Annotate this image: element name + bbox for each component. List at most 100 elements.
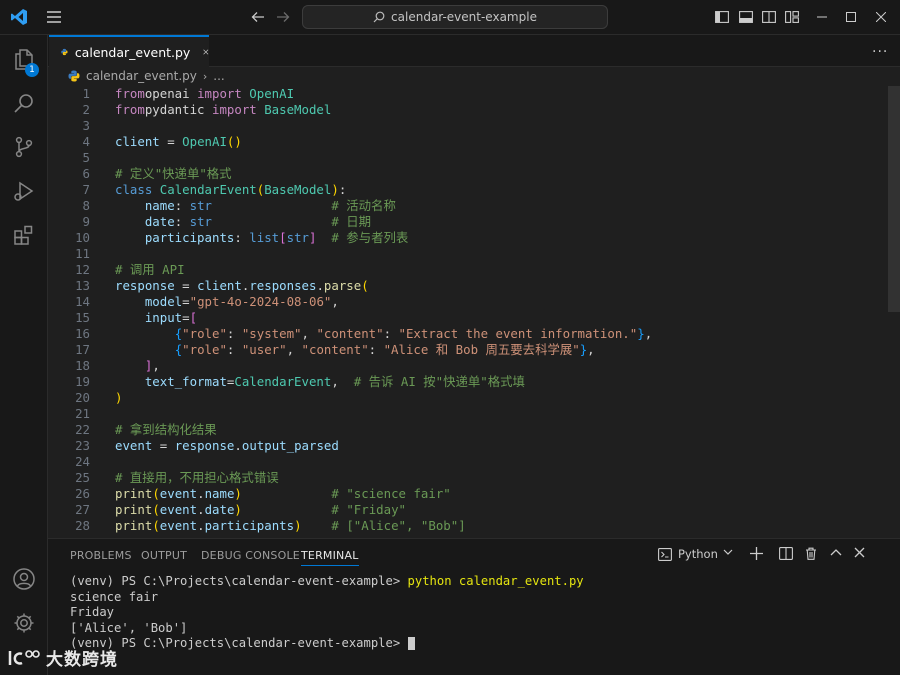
maximize-icon[interactable] bbox=[843, 10, 859, 24]
code-token: str bbox=[189, 198, 212, 213]
new-terminal-icon[interactable] bbox=[750, 547, 763, 560]
customize-layout-icon[interactable] bbox=[784, 10, 800, 24]
code-line[interactable]: 9 date: str # 日期 bbox=[48, 214, 900, 230]
activity-extensions[interactable] bbox=[0, 215, 48, 255]
code-token: # "Friday" bbox=[331, 502, 407, 517]
code-line[interactable]: 13 response = client.responses.parse( bbox=[48, 278, 900, 294]
terminal-output[interactable]: (venv) PS C:\Projects\calendar-event-exa… bbox=[70, 574, 890, 652]
command-center-search[interactable]: calendar-event-example bbox=[302, 5, 608, 29]
code-text: {"role": "user", "content": "Alice 和 Bob… bbox=[115, 342, 595, 358]
code-token: participants bbox=[204, 518, 295, 533]
code-line[interactable]: 4 client = OpenAI() bbox=[48, 134, 900, 150]
activity-accounts[interactable] bbox=[0, 559, 48, 599]
code-token: output_parsed bbox=[241, 438, 339, 453]
code-line[interactable]: 10 participants: list[str] # 参与者列表 bbox=[48, 230, 900, 246]
code-token: BaseModel bbox=[256, 102, 332, 117]
toggle-primary-sidebar-icon[interactable] bbox=[714, 10, 730, 24]
code-line[interactable]: 8 name: str # 活动名称 bbox=[48, 198, 900, 214]
code-line[interactable]: 15 input=[ bbox=[48, 310, 900, 326]
terminal-cursor bbox=[407, 637, 415, 651]
activity-explorer[interactable]: 1 bbox=[0, 39, 48, 79]
code-text: # 直接用，不用担心格式错误 bbox=[115, 470, 279, 486]
toggle-secondary-sidebar-icon[interactable] bbox=[761, 10, 777, 24]
run-debug-icon bbox=[14, 181, 34, 201]
close-tab-icon[interactable] bbox=[203, 47, 209, 57]
code-line[interactable]: 27 print(event.date) # "Friday" bbox=[48, 502, 900, 518]
code-text: participants: list[str] # 参与者列表 bbox=[115, 230, 408, 246]
code-line[interactable]: 5 bbox=[48, 150, 900, 166]
code-token: responses bbox=[249, 278, 317, 293]
tab-calendar-event-py[interactable]: calendar_event.py bbox=[49, 35, 209, 67]
search-text: calendar-event-example bbox=[391, 10, 537, 24]
code-line[interactable]: 17 {"role": "user", "content": "Alice 和 … bbox=[48, 342, 900, 358]
code-editor[interactable]: 1 fromopenai import OpenAI 2 frompydantic i… bbox=[48, 86, 900, 538]
title-bar: calendar-event-example bbox=[0, 0, 900, 35]
tab-debug-console[interactable]: DEBUG CONSOLE bbox=[201, 549, 300, 562]
activity-run-debug[interactable] bbox=[0, 171, 48, 211]
close-panel-icon[interactable] bbox=[854, 547, 865, 558]
code-token: : bbox=[234, 230, 250, 245]
code-token: = bbox=[182, 294, 190, 309]
code-token: "role" bbox=[182, 326, 227, 341]
bottom-panel: PROBLEMS OUTPUT DEBUG CONSOLE TERMINAL P… bbox=[48, 538, 900, 675]
code-text: model="gpt-4o-2024-08-06", bbox=[115, 294, 339, 310]
code-line[interactable]: 12 # 调用 API bbox=[48, 262, 900, 278]
breadcrumb-file[interactable]: calendar_event.py bbox=[86, 69, 197, 83]
code-line[interactable]: 21 bbox=[48, 406, 900, 422]
code-line[interactable]: 20) bbox=[48, 390, 900, 406]
code-token: class bbox=[115, 182, 153, 197]
code-line[interactable]: 1 fromopenai import OpenAI bbox=[48, 86, 900, 102]
menu-icon[interactable] bbox=[45, 9, 63, 25]
code-token: date bbox=[204, 502, 235, 517]
code-token: = bbox=[174, 278, 198, 293]
tab-problems[interactable]: PROBLEMS bbox=[70, 549, 132, 562]
code-token: "content" bbox=[301, 342, 369, 357]
search-icon bbox=[373, 11, 385, 23]
code-line[interactable]: 11 bbox=[48, 246, 900, 262]
minimize-icon[interactable] bbox=[814, 10, 830, 24]
activity-search[interactable] bbox=[0, 83, 48, 123]
code-line[interactable]: 28 print(event.participants) # ["Alice", … bbox=[48, 518, 900, 534]
trash-icon[interactable] bbox=[805, 547, 817, 560]
code-line[interactable]: 6 # 定义"快递单"格式 bbox=[48, 166, 900, 182]
back-arrow-icon[interactable] bbox=[250, 9, 266, 25]
code-line[interactable]: 16 {"role": "system", "content": "Extrac… bbox=[48, 326, 900, 342]
line-number: 16 bbox=[75, 326, 90, 341]
code-line[interactable]: 7 class CalendarEvent(BaseModel): bbox=[48, 182, 900, 198]
chevron-down-icon[interactable] bbox=[723, 548, 733, 556]
tab-terminal[interactable]: TERMINAL bbox=[301, 549, 359, 566]
code-token: # 调用 API bbox=[115, 262, 185, 277]
editor-scrollbar[interactable] bbox=[888, 86, 900, 312]
split-terminal-icon[interactable] bbox=[779, 547, 793, 560]
code-line[interactable]: 24 bbox=[48, 454, 900, 470]
activity-manage[interactable] bbox=[0, 603, 48, 643]
activity-source-control[interactable] bbox=[0, 127, 48, 167]
code-line[interactable]: 26 print(event.name) # "science fair" bbox=[48, 486, 900, 502]
code-line[interactable]: 25 # 直接用，不用担心格式错误 bbox=[48, 470, 900, 486]
more-actions-icon[interactable]: ··· bbox=[872, 44, 888, 60]
code-line[interactable]: 14 model="gpt-4o-2024-08-06", bbox=[48, 294, 900, 310]
shell-label: Python bbox=[678, 547, 718, 561]
code-line[interactable]: 23 event = response.output_parsed bbox=[48, 438, 900, 454]
code-token: . bbox=[197, 502, 205, 517]
terminal-shell-selector[interactable]: Python bbox=[658, 547, 718, 561]
close-window-icon[interactable] bbox=[873, 10, 889, 24]
code-line[interactable]: 22 # 拿到结构化结果 bbox=[48, 422, 900, 438]
breadcrumb-more[interactable]: ... bbox=[213, 69, 224, 83]
forward-arrow-icon[interactable] bbox=[275, 9, 291, 25]
code-token: "system" bbox=[241, 326, 302, 341]
tab-label: calendar_event.py bbox=[74, 44, 191, 60]
activity-bar: 1 bbox=[0, 35, 48, 675]
code-line[interactable]: 19 text_format=CalendarEvent, # 告诉 AI 按"… bbox=[48, 374, 900, 390]
code-token: "Extract the event information." bbox=[398, 326, 638, 341]
code-line[interactable]: 3 bbox=[48, 118, 900, 134]
vscode-logo-icon[interactable] bbox=[10, 8, 28, 26]
code-line[interactable]: 18 ], bbox=[48, 358, 900, 374]
chevron-up-icon[interactable] bbox=[830, 548, 842, 556]
line-number: 23 bbox=[75, 438, 90, 453]
line-number: 25 bbox=[75, 470, 90, 485]
code-line[interactable]: 2 frompydantic import BaseModel bbox=[48, 102, 900, 118]
tab-output[interactable]: OUTPUT bbox=[141, 549, 187, 562]
toggle-panel-icon[interactable] bbox=[738, 10, 754, 24]
